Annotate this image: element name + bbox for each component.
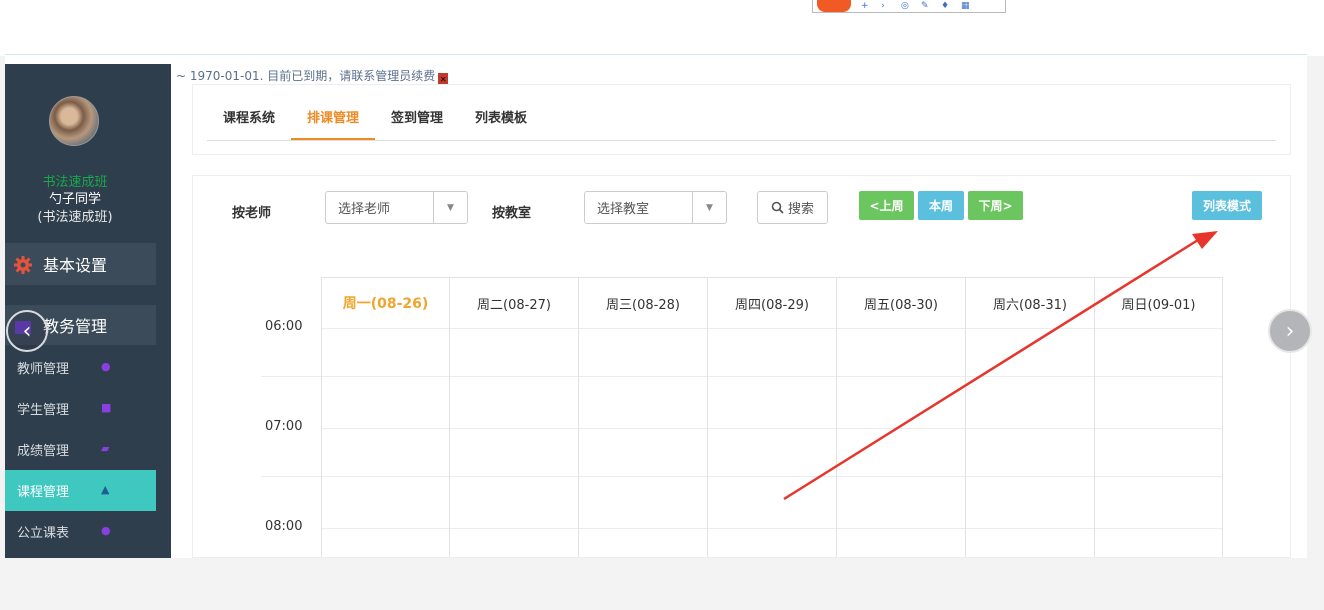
annotation-arrow [783, 231, 1218, 501]
